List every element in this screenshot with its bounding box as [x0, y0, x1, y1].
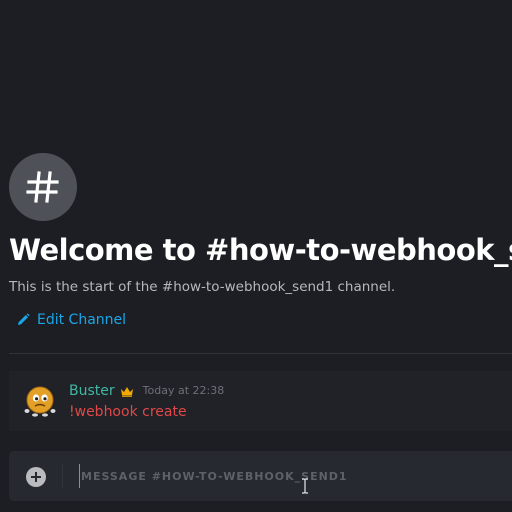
plus-circle-icon[interactable]	[26, 467, 46, 487]
message-content: !webhook create	[69, 404, 187, 420]
chat-view: Welcome to #how-to-webhook_send This is …	[0, 0, 512, 512]
channel-hash-icon	[9, 153, 77, 221]
message-header: Buster Today at 22:38	[69, 382, 224, 400]
welcome-subtitle: This is the start of the #how-to-webhook…	[9, 279, 396, 295]
message-timestamp: Today at 22:38	[142, 384, 225, 397]
text-cursor-icon	[302, 478, 308, 494]
hash-icon	[26, 171, 59, 203]
message-composer	[9, 451, 512, 501]
message-item[interactable]: Buster Today at 22:38 !webhook create	[9, 371, 512, 431]
edit-channel-link[interactable]: Edit Channel	[16, 311, 126, 329]
avatar-icon[interactable]	[23, 384, 57, 418]
welcome-title: Welcome to #how-to-webhook_send	[9, 233, 512, 267]
message-author[interactable]: Buster	[69, 382, 115, 400]
edit-channel-label: Edit Channel	[37, 312, 127, 328]
composer-divider	[62, 464, 63, 488]
pencil-icon	[18, 313, 30, 325]
divider	[9, 353, 512, 354]
plus-icon	[31, 472, 41, 482]
message-input[interactable]	[79, 464, 499, 488]
crown-icon	[120, 386, 133, 397]
